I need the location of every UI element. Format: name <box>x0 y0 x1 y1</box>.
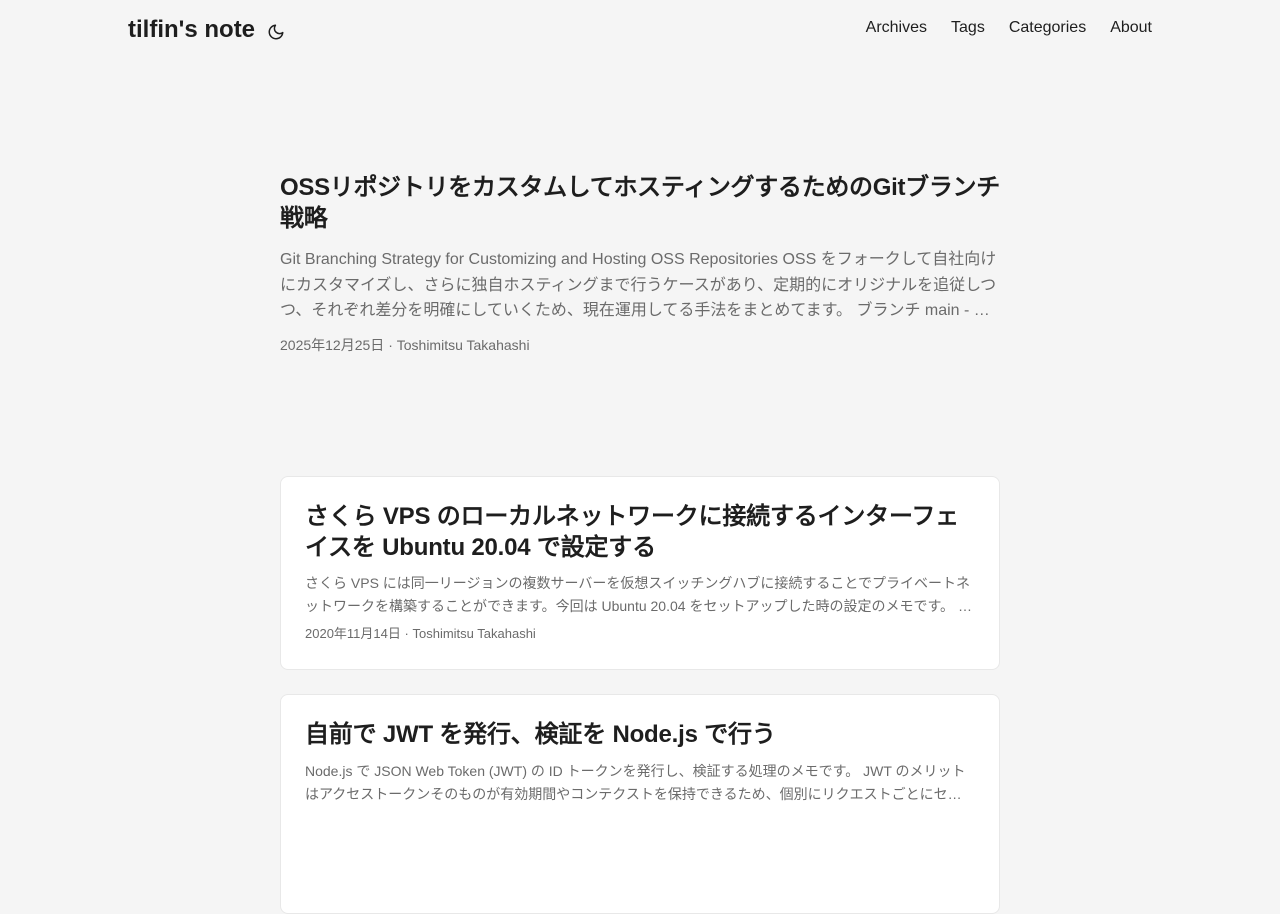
main-nav: Archives Tags Categories About <box>866 19 1152 37</box>
post-author: Toshimitsu Takahashi <box>396 336 530 353</box>
post-card[interactable]: 自前で JWT を発行、検証を Node.js で行う Node.js で JS… <box>280 694 1000 914</box>
moon-icon[interactable] <box>267 23 285 41</box>
nav-tags-link[interactable]: Tags <box>951 19 985 37</box>
post-date: 2020年11月14日 <box>305 626 401 641</box>
post-card[interactable]: さくら VPS のローカルネットワークに接続するインターフェイスを Ubuntu… <box>280 476 1000 670</box>
logo-switch: tilfin's note <box>128 14 285 46</box>
post-meta: 2020年11月14日 · Toshimitsu Takahashi <box>305 623 975 642</box>
post-title[interactable]: さくら VPS のローカルネットワークに接続するインターフェイスを Ubuntu… <box>305 501 975 563</box>
post-author: Toshimitsu Takahashi <box>412 626 536 641</box>
nav-about-link[interactable]: About <box>1110 19 1152 37</box>
nav-archives-link[interactable]: Archives <box>866 19 927 37</box>
first-entry-summary: Git Branching Strategy for Customizing a… <box>280 251 997 319</box>
site-title-link[interactable]: tilfin's note <box>128 16 255 44</box>
first-entry-meta: 2025年12月25日 · Toshimitsu Takahashi <box>280 335 1000 355</box>
meta-separator: · <box>388 336 393 353</box>
post-summary: さくら VPS には同一リージョンの複数サーバーを仮想スイッチングハブに接続する… <box>305 575 972 614</box>
post-title[interactable]: 自前で JWT を発行、検証を Node.js で行う <box>305 719 975 750</box>
first-entry[interactable]: OSSリポジトリをカスタムしてホスティングするためのGitブランチ戦略 Git … <box>280 172 1000 355</box>
post-date: 2025年12月25日 <box>280 336 385 353</box>
nav-categories-link[interactable]: Categories <box>1009 19 1086 37</box>
site-header: tilfin's note Archives Tags Categories A… <box>0 0 1280 60</box>
first-entry-title[interactable]: OSSリポジトリをカスタムしてホスティングするためのGitブランチ戦略 <box>280 172 1000 234</box>
post-summary: Node.js で JSON Web Token (JWT) の ID トークン… <box>305 763 966 802</box>
meta-separator: · <box>404 626 409 641</box>
